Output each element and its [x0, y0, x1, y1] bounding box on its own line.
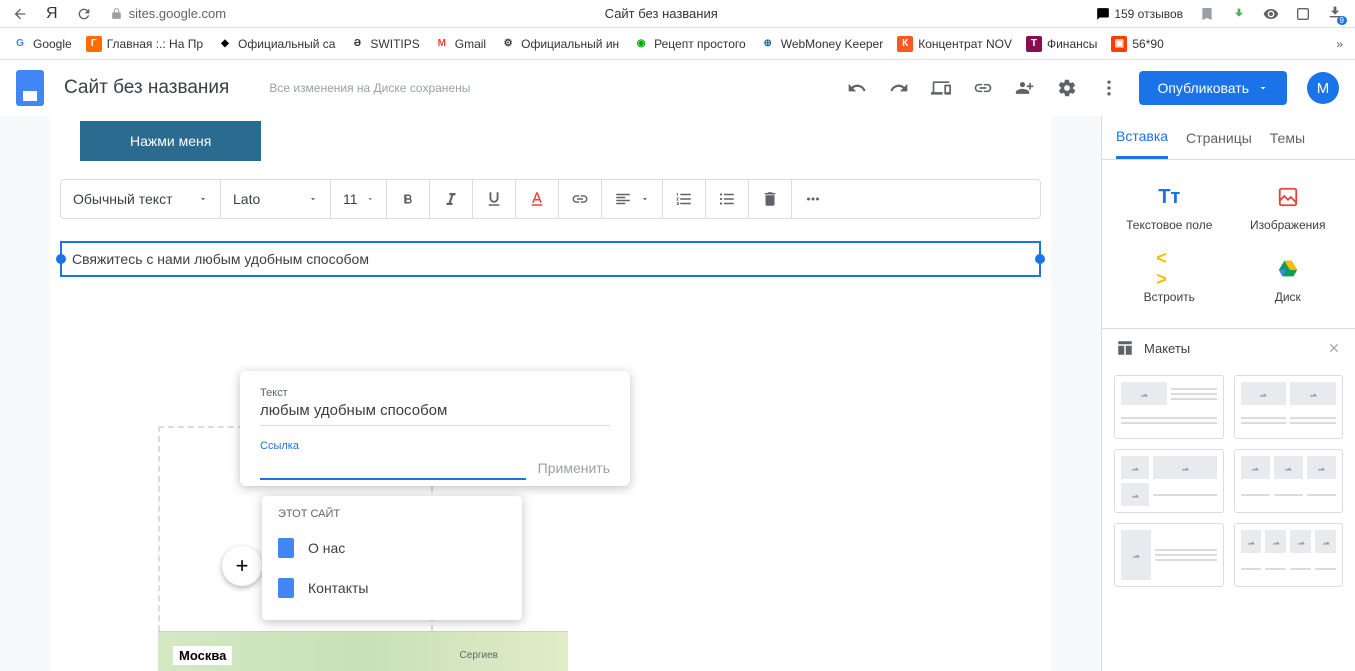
overflow-icon[interactable] [804, 190, 822, 208]
link-url-label: Ссылка [260, 440, 610, 452]
redo-icon[interactable] [889, 78, 909, 98]
bullet-list-icon[interactable] [718, 190, 736, 208]
avatar[interactable]: М [1307, 72, 1339, 104]
align-select[interactable] [602, 180, 663, 218]
bookmark-webmoney[interactable]: ⊕WebMoney Keeper [760, 36, 884, 52]
suggestions-header: ЭТОТ САЙТ [262, 508, 522, 528]
layout-2[interactable] [1234, 375, 1344, 439]
undo-icon[interactable] [847, 78, 867, 98]
bookmark-home[interactable]: ГГлавная :.: На Пр [86, 36, 203, 52]
save-status: Все изменения на Диске сохранены [269, 81, 827, 95]
insert-image[interactable]: Изображения [1233, 176, 1344, 240]
insert-textbox[interactable]: ТтТекстовое поле [1114, 176, 1225, 240]
map-city-2: Сергиев [460, 650, 498, 661]
tab-title: Сайт без названия [244, 6, 1078, 21]
reload-icon[interactable] [76, 6, 92, 22]
link-url-input[interactable] [260, 454, 526, 480]
layout-5[interactable] [1114, 523, 1224, 587]
yandex-icon[interactable]: Я [46, 5, 58, 23]
resize-handle-right[interactable] [1035, 254, 1045, 264]
text-icon: Тт [1156, 184, 1182, 210]
tab-themes[interactable]: Темы [1270, 116, 1305, 159]
textcolor-icon[interactable] [528, 190, 546, 208]
style-select[interactable]: Обычный текст [61, 180, 221, 218]
suggestion-about[interactable]: О нас [262, 528, 522, 568]
image-icon [1275, 184, 1301, 210]
cta-button[interactable]: Нажми меня [80, 121, 261, 161]
link-text-label: Текст [260, 387, 610, 399]
embed-icon: < > [1156, 256, 1182, 282]
numbered-list-icon[interactable] [675, 190, 693, 208]
drive-icon [1275, 256, 1301, 282]
bookmark-official2[interactable]: ⚙Официальный ин [500, 36, 619, 52]
delete-icon[interactable] [761, 190, 779, 208]
bookmark-recipe[interactable]: ◉Рецепт простого [633, 36, 746, 52]
link-text-value: любым удобным способом [260, 402, 610, 426]
site-title[interactable]: Сайт без названия [64, 77, 229, 99]
layout-1[interactable] [1114, 375, 1224, 439]
share-icon[interactable] [1015, 78, 1035, 98]
app-header: Сайт без названия Все изменения на Диске… [0, 60, 1355, 116]
devices-icon[interactable] [931, 78, 951, 98]
layout-4[interactable] [1234, 449, 1344, 513]
settings-icon[interactable] [1057, 78, 1077, 98]
close-icon[interactable] [1327, 341, 1341, 355]
sites-logo[interactable] [16, 70, 44, 106]
link-icon[interactable] [973, 78, 993, 98]
font-select[interactable]: Lato [221, 180, 331, 218]
back-icon[interactable] [12, 6, 28, 22]
sidebar: Вставка Страницы Темы ТтТекстовое поле И… [1101, 116, 1355, 671]
insert-embed[interactable]: < >Встроить [1114, 248, 1225, 312]
page-icon [278, 578, 294, 598]
apply-link-button[interactable]: Применить [538, 460, 610, 480]
bookmark-nov[interactable]: ККонцентрат NOV [897, 36, 1012, 52]
bookmarks-bar: GGoogle ГГлавная :.: На Пр ◆Официальный … [0, 28, 1355, 60]
bookmark-5690[interactable]: ▣56*90 [1111, 36, 1163, 52]
url-box[interactable]: sites.google.com [110, 6, 227, 21]
link-popup: Текст любым удобным способом Ссылка Прим… [240, 371, 630, 486]
bookmark-finance[interactable]: ТФинансы [1026, 36, 1097, 52]
italic-icon[interactable] [442, 190, 460, 208]
eye-icon[interactable] [1263, 6, 1279, 22]
bookmark-google[interactable]: GGoogle [12, 36, 72, 52]
add-fab[interactable]: + [222, 546, 262, 586]
page-icon [278, 538, 294, 558]
browser-toolbar: Я sites.google.com Сайт без названия 159… [0, 0, 1355, 28]
canvas: Нажми меня Обычный текст Lato 11 Свяжите… [0, 116, 1101, 671]
bold-icon[interactable] [399, 190, 417, 208]
text-toolbar: Обычный текст Lato 11 [60, 179, 1041, 219]
insert-link-icon[interactable] [571, 190, 589, 208]
bookmarks-more-icon[interactable]: » [1336, 37, 1343, 51]
suggestion-contacts[interactable]: Контакты [262, 568, 522, 608]
layout-3[interactable] [1114, 449, 1224, 513]
map-block[interactable]: Москва Сергиев [158, 631, 568, 671]
tab-pages[interactable]: Страницы [1186, 116, 1252, 159]
underline-icon[interactable] [485, 190, 503, 208]
extension-icon[interactable] [1295, 6, 1311, 22]
size-select[interactable]: 11 [331, 180, 387, 218]
bookmark-official[interactable]: ◆Официальный са [217, 36, 335, 52]
bookmark-icon[interactable] [1199, 6, 1215, 22]
link-suggestions: ЭТОТ САЙТ О нас Контакты [262, 496, 522, 620]
bookmark-switips[interactable]: ƏSWITIPS [349, 36, 419, 52]
selected-text-block[interactable]: Свяжитесь с нами любым удобным способом [60, 241, 1041, 277]
bookmark-gmail[interactable]: MGmail [434, 36, 486, 52]
map-city-label: Москва [173, 646, 232, 665]
layout-6[interactable] [1234, 523, 1344, 587]
layout-icon [1116, 339, 1134, 357]
tab-insert[interactable]: Вставка [1116, 116, 1168, 159]
reviews[interactable]: 159 отзывов [1096, 7, 1183, 21]
resize-handle-left[interactable] [56, 254, 66, 264]
download-icon[interactable] [1231, 6, 1247, 22]
layouts-header[interactable]: Макеты [1102, 328, 1355, 367]
download-badge[interactable]: 9 [1327, 4, 1343, 23]
insert-drive[interactable]: Диск [1233, 248, 1344, 312]
publish-button[interactable]: Опубликовать [1139, 71, 1287, 105]
more-icon[interactable] [1099, 78, 1119, 98]
